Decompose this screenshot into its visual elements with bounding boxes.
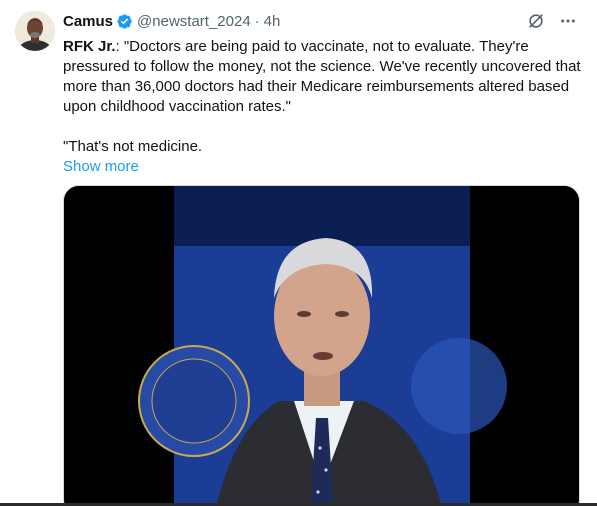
tweet[interactable]: Camus @newstart_2024 · 4h RFK Jr.: "Doct…	[0, 0, 597, 506]
tweet-body: : "Doctors are being paid to vaccinate, …	[63, 38, 581, 155]
slashed-circle-icon[interactable]	[525, 10, 547, 32]
tweet-content: Camus @newstart_2024 · 4h RFK Jr.: "Doct…	[63, 10, 583, 177]
tweet-header: Camus @newstart_2024 · 4h	[63, 10, 583, 32]
verified-badge-icon	[117, 13, 132, 29]
author-handle[interactable]: @newstart_2024	[137, 13, 251, 30]
avatar-image	[15, 11, 55, 51]
post-time[interactable]: 4h	[264, 13, 281, 30]
avatar[interactable]	[15, 11, 55, 51]
speaker-name: RFK Jr.	[63, 38, 116, 55]
more-dots-icon[interactable]	[557, 10, 579, 32]
show-more-link[interactable]: Show more	[63, 157, 583, 177]
video-player[interactable]	[63, 185, 580, 506]
author-name[interactable]: Camus	[63, 13, 113, 30]
header-actions	[525, 10, 579, 32]
separator-dot: ·	[254, 12, 260, 30]
video-frame	[64, 186, 579, 506]
tweet-text: RFK Jr.: "Doctors are being paid to vacc…	[63, 37, 583, 157]
